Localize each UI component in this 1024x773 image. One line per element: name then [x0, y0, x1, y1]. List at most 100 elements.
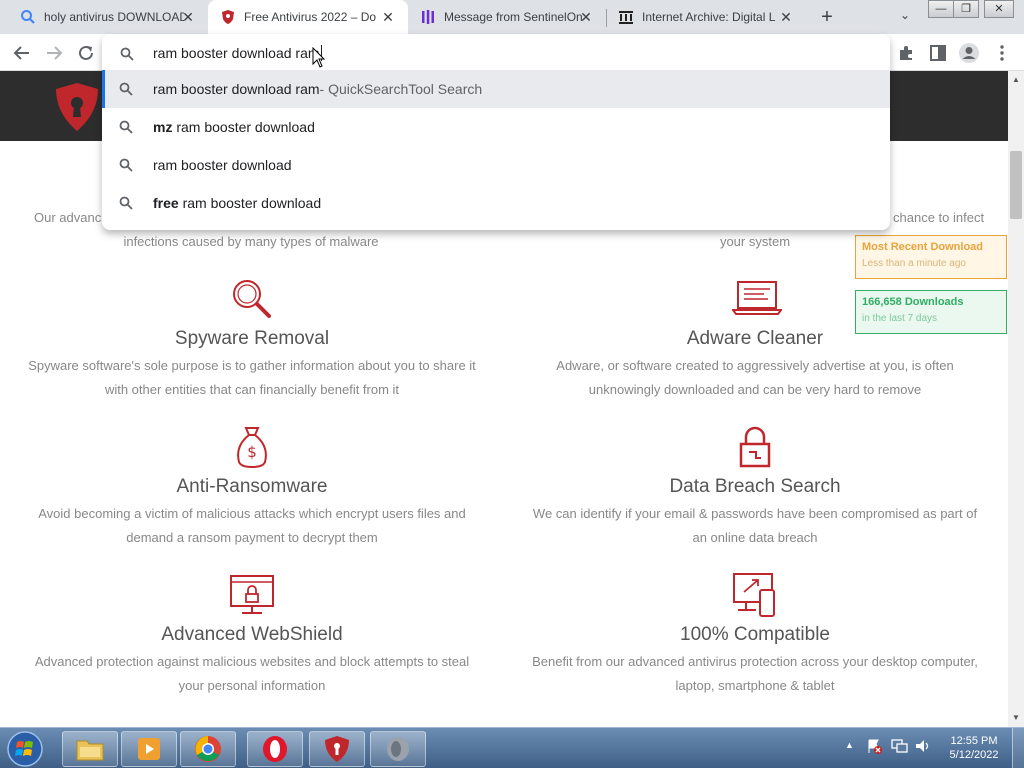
tab-search-chevron-icon[interactable]: ⌄ — [896, 8, 914, 26]
windows-taskbar: ▲ 12:55 PM 5/12/2022 — [0, 727, 1024, 768]
feature-title: Anti-Ransomware — [176, 476, 328, 497]
lock-icon — [732, 424, 778, 470]
feature-desc-line2: with other entities that can financially… — [104, 382, 400, 397]
antivirus-taskbar-button[interactable] — [309, 731, 365, 767]
suggestion-item[interactable]: ram booster download ram - QuickSearchTo… — [102, 70, 890, 108]
feature-title: 100% Compatible — [680, 624, 830, 645]
clock-time: 12:55 PM — [950, 735, 998, 747]
feature-anti-ransomware: $ Anti-Ransomware Avoid becoming a victi… — [2, 424, 502, 554]
feature-data-breach-search: Data Breach Search We can identify if yo… — [505, 424, 1005, 554]
scroll-up-icon[interactable]: ▲ — [1012, 75, 1020, 84]
feature-100-compatible: 100% Compatible Benefit from our advance… — [505, 572, 1005, 702]
search-icon — [119, 158, 133, 172]
suggestion-text: ram booster download — [172, 119, 315, 135]
feature-adware-cleaner: Adware Cleaner Adware, or software creat… — [505, 276, 1005, 406]
close-tab-icon[interactable]: ✕ — [180, 9, 196, 25]
close-tab-icon[interactable]: ✕ — [778, 9, 794, 25]
suggestion-text: ram booster download — [153, 157, 292, 173]
feature-desc-line1: We can identify if your email & password… — [532, 506, 978, 521]
sentinelone-icon — [420, 9, 436, 25]
back-arrow-icon[interactable] — [11, 42, 33, 64]
extensions-puzzle-icon[interactable] — [895, 42, 917, 64]
folder-icon — [76, 740, 104, 761]
suggestion-item[interactable]: free ram booster download — [102, 184, 890, 222]
recent-download-time: Less than a minute ago — [862, 258, 966, 269]
vertical-scrollbar[interactable]: ▲ ▼ — [1008, 71, 1024, 727]
address-query-text: ram booster download ram — [153, 45, 320, 61]
chrome-icon — [195, 736, 221, 762]
close-tab-icon[interactable]: ✕ — [380, 9, 396, 25]
partial-text-left: Our advanc — [34, 210, 102, 225]
network-icon[interactable] — [891, 738, 909, 766]
suggestion-text: ram booster download ram — [153, 81, 320, 97]
show-desktop-button[interactable] — [1012, 728, 1024, 768]
tab-title: holy antivirus DOWNLOAD — [44, 10, 184, 24]
action-center-flag-icon[interactable] — [866, 738, 882, 766]
tab-title: Free Antivirus 2022 – Do — [244, 10, 377, 24]
profile-avatar-icon[interactable] — [958, 42, 980, 64]
reload-icon[interactable] — [75, 42, 97, 64]
scroll-down-icon[interactable]: ▼ — [1012, 713, 1020, 722]
search-icon — [119, 196, 133, 210]
google-search-icon — [20, 9, 36, 25]
feature-desc-line2: unknowingly downloaded and can be very h… — [588, 382, 922, 397]
side-panel-icon[interactable] — [927, 42, 949, 64]
tab-free-antivirus[interactable]: Free Antivirus 2022 – Do ✕ — [208, 0, 408, 34]
media-player-icon — [138, 738, 160, 760]
shield-logo-icon — [325, 736, 349, 762]
mouse-cursor-icon — [312, 47, 326, 68]
opera-taskbar-button[interactable] — [247, 731, 303, 767]
clock[interactable]: 12:55 PM 5/12/2022 — [944, 734, 1004, 762]
omnibox-dropdown: ram booster download ram ram booster dow… — [102, 34, 890, 230]
minimize-button[interactable]: — — [928, 0, 954, 18]
feature-desc-line2: an online data breach — [692, 530, 818, 545]
suggestion-text: ram booster download — [178, 195, 322, 211]
suggestion-item[interactable]: ram booster download — [102, 146, 890, 184]
chrome-taskbar-button[interactable] — [180, 731, 236, 767]
tab-title: Message from SentinelOn — [444, 10, 583, 24]
audio-taskbar-button[interactable] — [370, 731, 426, 767]
feature-title: Spyware Removal — [174, 328, 330, 349]
tab-strip: holy antivirus DOWNLOAD ✕ Free Antivirus… — [0, 0, 1024, 34]
feature-advanced-webshield: Advanced WebShield Advanced protection a… — [2, 572, 502, 702]
partial-text-right: chance to infect — [893, 210, 985, 225]
money-bag-icon: $ — [229, 424, 275, 470]
devices-icon — [732, 572, 778, 618]
start-button[interactable] — [4, 730, 46, 768]
close-tab-icon[interactable]: ✕ — [578, 9, 594, 25]
shield-logo-icon — [220, 9, 236, 25]
show-hidden-icons-chevron-icon[interactable]: ▲ — [845, 740, 854, 768]
kebab-menu-icon[interactable] — [991, 42, 1013, 64]
media-player-taskbar-button[interactable] — [121, 731, 177, 767]
forward-arrow-icon[interactable] — [43, 42, 65, 64]
tab-internet-archive[interactable]: Internet Archive: Digital L ✕ — [606, 0, 806, 34]
feature-desc-line2: laptop, smartphone & tablet — [675, 678, 835, 693]
feature-desc-line1: Avoid becoming a victim of malicious att… — [38, 506, 466, 521]
suggestion-item[interactable]: mz ram booster download — [102, 108, 890, 146]
search-icon — [119, 82, 133, 96]
clock-date: 5/12/2022 — [949, 749, 999, 761]
feature-title: Data Breach Search — [669, 476, 841, 497]
volume-icon[interactable] — [914, 738, 932, 766]
magnifier-icon — [229, 276, 275, 322]
recent-download-card: Most Recent Download Less than a minute … — [855, 235, 1007, 279]
partial-text-left-2: infections caused by many types of malwa… — [123, 234, 379, 249]
shield-logo-icon[interactable] — [52, 81, 102, 133]
feature-spyware-removal: Spyware Removal Spyware software's sole … — [2, 276, 502, 406]
suggestion-bold-prefix: free — [153, 195, 179, 211]
tab-sentinelone[interactable]: Message from SentinelOn ✕ — [408, 0, 606, 34]
restore-button[interactable]: ❐ — [953, 0, 979, 18]
speaker-app-icon — [387, 737, 409, 761]
recent-download-label: Most Recent Download — [862, 241, 984, 253]
feature-desc-line2: demand a ransom payment to decrypt them — [126, 530, 378, 545]
archive-icon — [618, 9, 634, 25]
address-bar-input[interactable]: ram booster download ram — [102, 36, 890, 70]
new-tab-button[interactable]: + — [816, 6, 838, 28]
tab-holy-antivirus[interactable]: holy antivirus DOWNLOAD ✕ — [0, 0, 208, 34]
feature-desc-line1: Advanced protection against malicious we… — [34, 654, 470, 669]
close-window-button[interactable]: ✕ — [984, 0, 1014, 18]
search-icon — [120, 47, 134, 61]
scroll-thumb[interactable] — [1010, 151, 1022, 219]
feature-desc-line1: Benefit from our advanced antivirus prot… — [532, 654, 978, 669]
explorer-taskbar-button[interactable] — [62, 731, 118, 767]
